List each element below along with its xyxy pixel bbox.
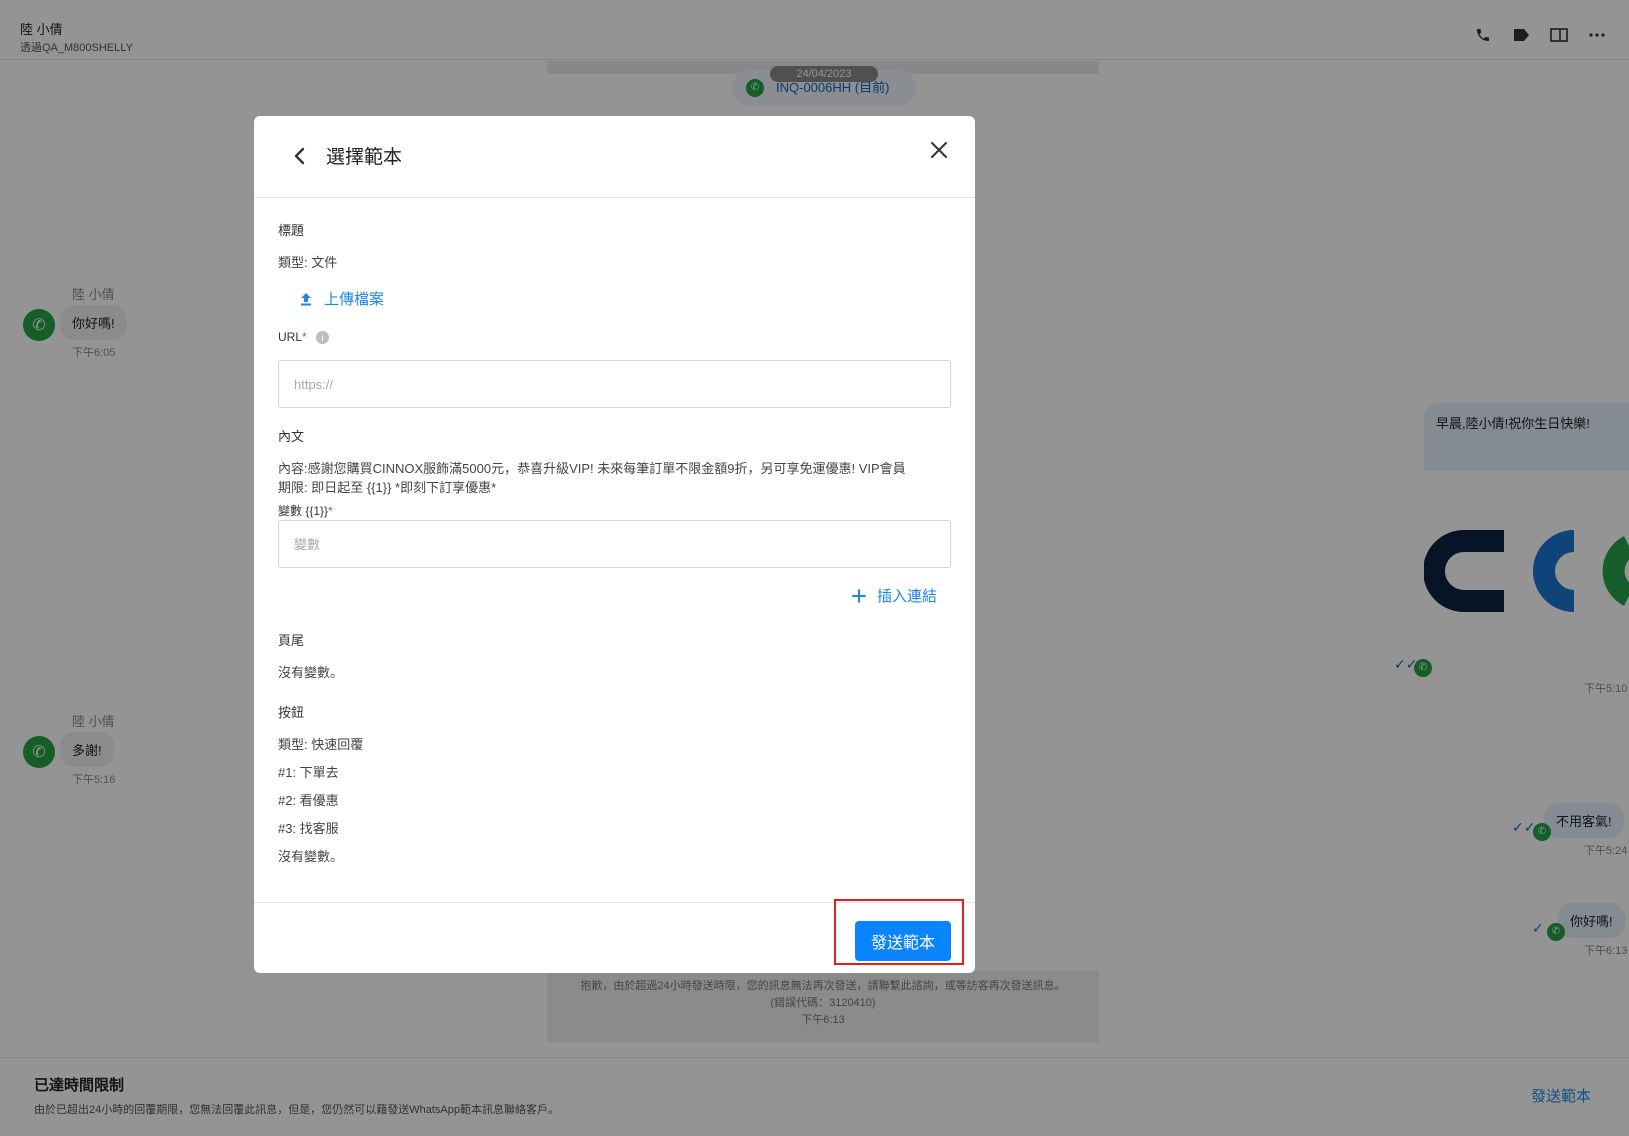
insert-link-label: 插入連結 xyxy=(876,588,937,605)
body-content-line-2: 期限: 即日起至 {{1}} *即刻下訂享優惠* xyxy=(278,480,497,495)
buttons-section-label: 按鈕 xyxy=(278,705,305,720)
url-label-text: URL xyxy=(278,330,303,344)
upload-file-label: 上傳檔案 xyxy=(324,291,385,308)
required-marker: * xyxy=(302,330,307,344)
close-button[interactable] xyxy=(927,138,951,162)
buttons-no-variable: 沒有變數。 xyxy=(278,849,344,864)
plus-icon xyxy=(851,588,866,603)
back-button[interactable] xyxy=(288,144,312,168)
close-icon xyxy=(931,142,947,158)
footer-no-variable: 沒有變數。 xyxy=(278,665,344,680)
chevron-left-icon xyxy=(294,147,305,165)
quick-reply-item: #3: 找客服 xyxy=(278,821,339,836)
body-section-label: 內文 xyxy=(278,429,305,444)
quick-reply-item: #2: 看優惠 xyxy=(278,793,339,808)
upload-icon xyxy=(301,292,311,305)
variable-input[interactable] xyxy=(278,520,951,568)
header-type: 類型: 文件 xyxy=(278,255,338,270)
footer-section-label: 頁尾 xyxy=(278,633,305,648)
highlight-annotation xyxy=(834,899,964,965)
header-section-label: 標題 xyxy=(278,223,305,238)
quick-reply-item: #1: 下單去 xyxy=(278,765,339,780)
url-input[interactable] xyxy=(278,360,951,408)
insert-link-button[interactable]: 插入連結 xyxy=(851,585,937,606)
required-marker: * xyxy=(328,504,333,518)
dialog-title: 選擇範本 xyxy=(326,147,403,168)
variable-label: 變數 {{1}}* xyxy=(278,502,333,519)
body-content-line-1: 內容:感謝您購買CINNOX服飾滿5000元，恭喜升級VIP! 未來每筆訂單不限… xyxy=(278,461,906,476)
select-template-dialog: 選擇範本 標題 類型: 文件 上傳檔案 URL* i 內文 內容:感謝您購買CI… xyxy=(254,116,975,973)
buttons-type: 類型: 快速回覆 xyxy=(278,737,364,752)
variable-label-text: 變數 {{1}} xyxy=(278,504,329,518)
upload-file-button[interactable]: 上傳檔案 xyxy=(298,288,384,309)
url-label: URL* i xyxy=(278,330,330,345)
dialog-header: 選擇範本 xyxy=(254,116,975,198)
info-icon[interactable]: i xyxy=(316,331,330,345)
